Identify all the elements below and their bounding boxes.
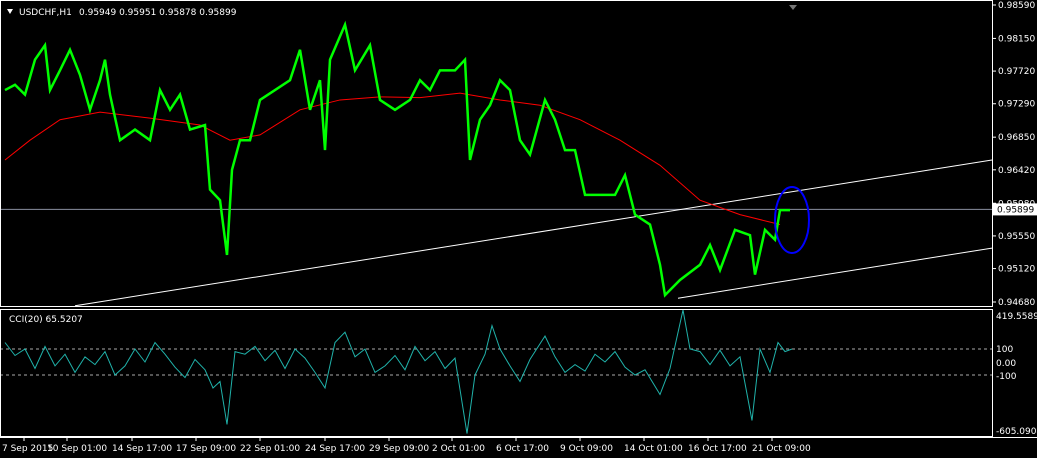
- time-tick-label: 16 Oct 17:00: [688, 444, 747, 454]
- moving-average-line: [4, 92, 781, 226]
- price-tick-label: 0.95550: [998, 232, 1035, 242]
- cci-tick-label: -100: [996, 372, 1017, 382]
- price-tick-label: 0.97720: [998, 67, 1035, 77]
- price-tick-label: 0.96850: [998, 133, 1035, 143]
- cci-tick-label: 100: [996, 345, 1013, 355]
- price-panel[interactable]: [0, 20, 992, 306]
- cci-tick-label: 0.00: [996, 359, 1016, 369]
- price-tick-label: 0.95120: [998, 265, 1035, 275]
- time-tick-label: 17 Sep 09:00: [176, 444, 236, 454]
- highlight-ellipse: [774, 186, 810, 254]
- cci-tick-label: 419.5589: [996, 312, 1037, 322]
- time-tick-label: 6 Oct 17:00: [496, 444, 549, 454]
- price-tick-label: 0.97290: [998, 100, 1035, 110]
- price-tick-label: 0.96420: [998, 166, 1035, 176]
- price-panel-frame: [0, 0, 993, 307]
- time-tick-label: 22 Sep 01:00: [240, 444, 300, 454]
- price-tick-label: 0.94680: [998, 298, 1035, 308]
- cci-panel-frame: [0, 309, 993, 437]
- time-tick-label: 10 Sep 01:00: [47, 444, 107, 454]
- cci-label: CCI(20) 65.5207: [9, 315, 83, 325]
- time-tick-label: 7 Sep 2015: [2, 444, 53, 454]
- time-tick-label: 24 Sep 17:00: [305, 444, 365, 454]
- chart-window[interactable]: 0.98590 0.98150 0.97720 0.97290 0.96850 0.964…: [0, 0, 1037, 458]
- time-tick-label: 9 Oct 09:00: [560, 444, 613, 454]
- current-price-label: 0.95899: [997, 205, 1034, 215]
- chart-canvas[interactable]: 0.98590 0.98150 0.97720 0.97290 0.96850 0.964…: [0, 0, 1037, 458]
- ohlc-values: 0.95949 0.95951 0.95878 0.95899: [79, 8, 237, 18]
- price-tick-label: 0.98150: [998, 34, 1035, 44]
- price-tick-label: 0.98590: [998, 1, 1035, 11]
- cci-panel[interactable]: [0, 310, 992, 434]
- axes: 0.98590 0.98150 0.97720 0.97290 0.96850 0.964…: [0, 0, 1037, 454]
- trendline: [74, 159, 992, 306]
- time-tick-label: 14 Oct 01:00: [624, 444, 683, 454]
- chart-shift-marker-icon[interactable]: [789, 5, 797, 10]
- symbol-label: USDCHF,H1: [19, 8, 72, 18]
- collapse-triangle-icon[interactable]: [7, 9, 13, 14]
- time-tick-label: 29 Sep 09:00: [369, 444, 429, 454]
- time-tick-label: 21 Oct 09:00: [752, 444, 811, 454]
- time-tick-label: 2 Oct 01:00: [432, 444, 485, 454]
- cci-tick-label: -605.0904: [996, 427, 1037, 437]
- cci-line: [4, 310, 793, 434]
- time-tick-label: 14 Sep 17:00: [112, 444, 172, 454]
